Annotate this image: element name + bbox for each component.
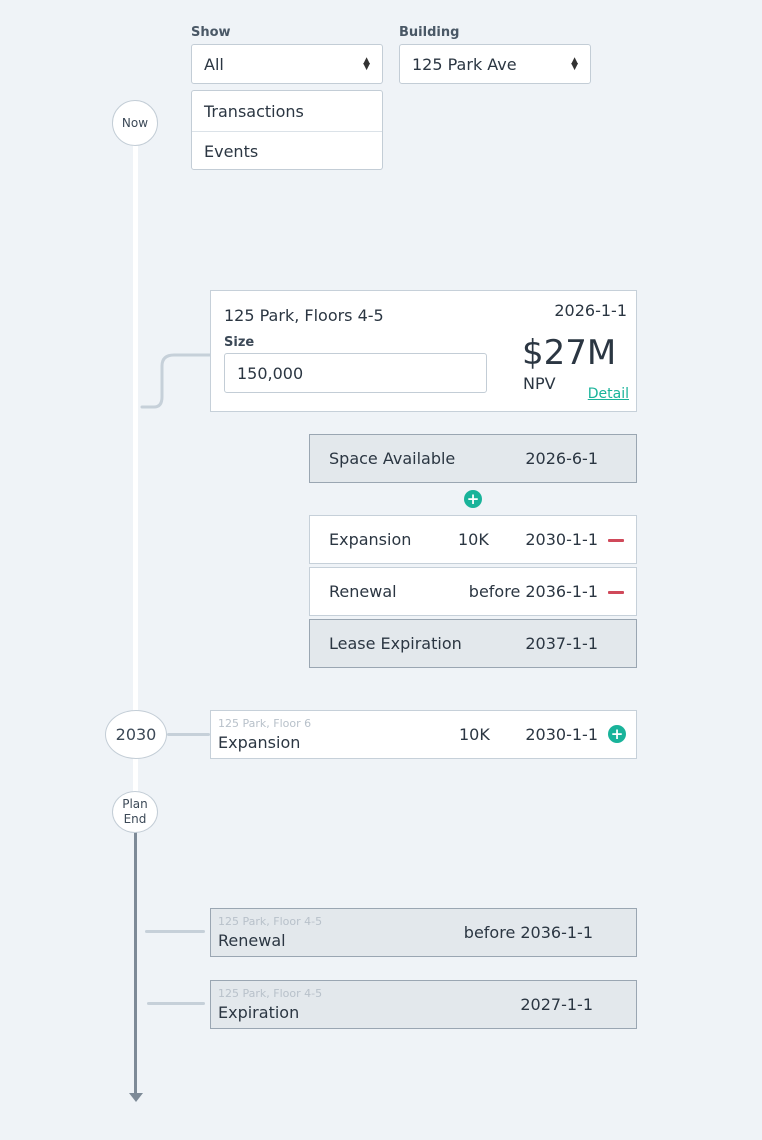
select-caret-icon: ▲ ▼ <box>571 56 578 72</box>
entry-name: Expiration <box>218 1003 300 1022</box>
event-date: 2037-1-1 <box>525 634 598 653</box>
transaction-card: 125 Park, Floors 4-5 2026-1-1 Size $27M … <box>210 290 637 412</box>
timeline-arrow-icon <box>129 1093 143 1102</box>
entry-connector <box>147 1002 205 1005</box>
show-select-value: All <box>204 54 224 74</box>
timeline-line-after-plan <box>134 832 137 1094</box>
add-plus-circle-icon[interactable]: + <box>608 725 626 743</box>
entry-date: 2027-1-1 <box>520 995 593 1014</box>
event-name: Lease Expiration <box>329 634 462 653</box>
detail-link[interactable]: Detail <box>588 386 629 402</box>
remove-minus-icon[interactable] <box>608 591 624 594</box>
event-date: 2026-6-1 <box>525 449 598 468</box>
event-row-lease-expiration[interactable]: Lease Expiration 2037-1-1 <box>309 619 637 668</box>
entry-building: 125 Park, Floor 6 <box>218 717 312 730</box>
show-option-events[interactable]: Events <box>192 131 382 171</box>
transaction-date: 2026-1-1 <box>554 301 627 320</box>
timeline-entry-expansion[interactable]: 125 Park, Floor 6 Expansion 10K 2030-1-1… <box>210 710 637 759</box>
remove-minus-icon[interactable] <box>608 539 624 542</box>
show-dropdown-menu: Transactions Events <box>191 90 383 170</box>
timeline-line <box>133 140 138 718</box>
entry-name: Expansion <box>218 733 301 752</box>
add-event-button[interactable]: + <box>464 490 482 508</box>
entry-connector <box>145 930 205 933</box>
entry-building: 125 Park, Floor 4-5 <box>218 987 323 1000</box>
select-caret-icon: ▲ ▼ <box>363 56 370 72</box>
now-marker: Now <box>112 100 158 146</box>
show-label: Show <box>191 25 231 40</box>
event-date: before 2036-1-1 <box>468 582 598 601</box>
npv-value: $27M <box>522 333 617 373</box>
plan-end-label: End <box>123 812 147 826</box>
building-label: Building <box>399 25 460 40</box>
plan-end-marker: Plan End <box>112 791 158 833</box>
now-label: Now <box>121 116 149 130</box>
entry-name: Renewal <box>218 931 286 950</box>
year-marker-2030: 2030 <box>105 710 167 759</box>
card-connector <box>140 353 212 409</box>
event-size: 10K <box>458 530 489 549</box>
event-name: Expansion <box>329 530 412 549</box>
event-row-space-available[interactable]: Space Available 2026-6-1 <box>309 434 637 483</box>
entry-size: 10K <box>459 725 490 744</box>
entry-date: 2030-1-1 <box>525 725 598 744</box>
transaction-title: 125 Park, Floors 4-5 <box>224 306 384 325</box>
timeline-entry-expiration[interactable]: 125 Park, Floor 4-5 Expiration 2027-1-1 <box>210 980 637 1029</box>
event-row-expansion[interactable]: Expansion 10K 2030-1-1 <box>309 515 637 564</box>
npv-label: NPV <box>523 374 556 393</box>
timeline-line <box>133 756 138 792</box>
entry-connector <box>167 733 210 736</box>
building-select[interactable]: 125 Park Ave ▲ ▼ <box>399 44 591 84</box>
event-name: Space Available <box>329 449 456 468</box>
plan-end-label: Plan <box>122 797 148 811</box>
event-date: 2030-1-1 <box>525 530 598 549</box>
building-select-value: 125 Park Ave <box>412 54 517 74</box>
entry-date: before 2036-1-1 <box>463 923 593 942</box>
timeline-entry-renewal[interactable]: 125 Park, Floor 4-5 Renewal before 2036-… <box>210 908 637 957</box>
event-name: Renewal <box>329 582 397 601</box>
size-input[interactable] <box>224 353 487 393</box>
size-label: Size <box>224 335 255 350</box>
show-option-transactions[interactable]: Transactions <box>192 91 382 131</box>
entry-building: 125 Park, Floor 4-5 <box>218 915 323 928</box>
show-select[interactable]: All ▲ ▼ <box>191 44 383 84</box>
event-row-renewal[interactable]: Renewal before 2036-1-1 <box>309 567 637 616</box>
year-marker-label: 2030 <box>115 725 157 744</box>
